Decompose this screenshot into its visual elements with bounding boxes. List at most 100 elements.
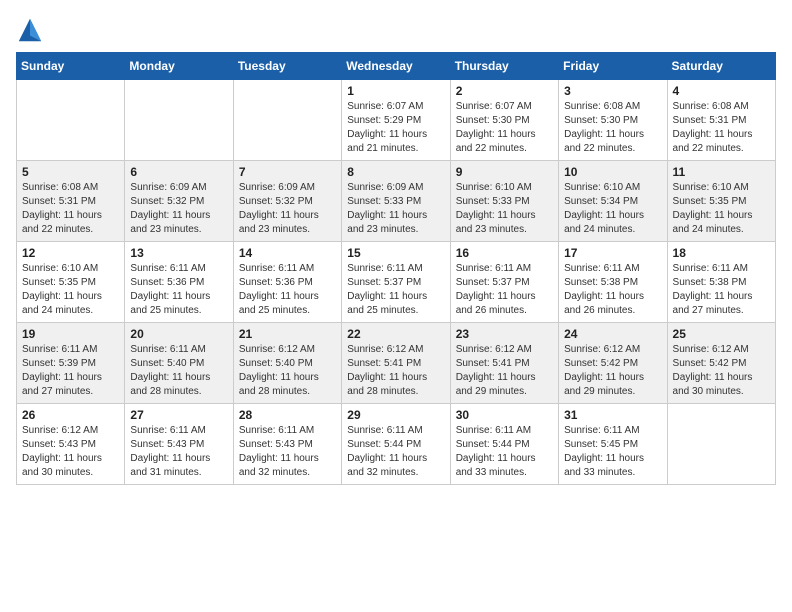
calendar-cell: 9 Sunrise: 6:10 AMSunset: 5:33 PMDayligh… — [450, 161, 558, 242]
cell-text: Sunrise: 6:12 AMSunset: 5:41 PMDaylight:… — [347, 344, 427, 397]
day-number: 3 — [564, 84, 661, 98]
cell-text: Sunrise: 6:09 AMSunset: 5:32 PMDaylight:… — [239, 182, 319, 235]
calendar-cell: 24 Sunrise: 6:12 AMSunset: 5:42 PMDaylig… — [559, 323, 667, 404]
day-number: 26 — [22, 408, 119, 422]
day-number: 18 — [673, 246, 770, 260]
day-number: 27 — [130, 408, 227, 422]
calendar-cell: 10 Sunrise: 6:10 AMSunset: 5:34 PMDaylig… — [559, 161, 667, 242]
day-number: 30 — [456, 408, 553, 422]
header — [16, 16, 776, 44]
cell-text: Sunrise: 6:11 AMSunset: 5:40 PMDaylight:… — [130, 344, 210, 397]
day-number: 19 — [22, 327, 119, 341]
calendar-cell: 29 Sunrise: 6:11 AMSunset: 5:44 PMDaylig… — [342, 404, 450, 485]
calendar-cell: 15 Sunrise: 6:11 AMSunset: 5:37 PMDaylig… — [342, 242, 450, 323]
day-number: 24 — [564, 327, 661, 341]
calendar-cell: 17 Sunrise: 6:11 AMSunset: 5:38 PMDaylig… — [559, 242, 667, 323]
cell-text: Sunrise: 6:11 AMSunset: 5:37 PMDaylight:… — [347, 263, 427, 316]
cell-text: Sunrise: 6:08 AMSunset: 5:30 PMDaylight:… — [564, 101, 644, 154]
cell-text: Sunrise: 6:10 AMSunset: 5:34 PMDaylight:… — [564, 182, 644, 235]
logo — [16, 16, 48, 44]
day-number: 17 — [564, 246, 661, 260]
day-number: 6 — [130, 165, 227, 179]
day-number: 29 — [347, 408, 444, 422]
day-number: 10 — [564, 165, 661, 179]
cell-text: Sunrise: 6:10 AMSunset: 5:35 PMDaylight:… — [673, 182, 753, 235]
day-number: 5 — [22, 165, 119, 179]
calendar-cell: 1 Sunrise: 6:07 AMSunset: 5:29 PMDayligh… — [342, 80, 450, 161]
day-header-wednesday: Wednesday — [342, 53, 450, 80]
cell-text: Sunrise: 6:09 AMSunset: 5:33 PMDaylight:… — [347, 182, 427, 235]
cell-text: Sunrise: 6:11 AMSunset: 5:45 PMDaylight:… — [564, 425, 644, 478]
day-number: 28 — [239, 408, 336, 422]
logo-icon — [16, 16, 44, 44]
day-number: 31 — [564, 408, 661, 422]
day-number: 13 — [130, 246, 227, 260]
day-number: 15 — [347, 246, 444, 260]
day-number: 20 — [130, 327, 227, 341]
day-header-sunday: Sunday — [17, 53, 125, 80]
calendar-cell: 13 Sunrise: 6:11 AMSunset: 5:36 PMDaylig… — [125, 242, 233, 323]
calendar-cell: 20 Sunrise: 6:11 AMSunset: 5:40 PMDaylig… — [125, 323, 233, 404]
cell-text: Sunrise: 6:11 AMSunset: 5:43 PMDaylight:… — [239, 425, 319, 478]
cell-text: Sunrise: 6:12 AMSunset: 5:43 PMDaylight:… — [22, 425, 102, 478]
cell-text: Sunrise: 6:11 AMSunset: 5:38 PMDaylight:… — [673, 263, 753, 316]
cell-text: Sunrise: 6:12 AMSunset: 5:42 PMDaylight:… — [564, 344, 644, 397]
cell-text: Sunrise: 6:11 AMSunset: 5:39 PMDaylight:… — [22, 344, 102, 397]
cell-text: Sunrise: 6:11 AMSunset: 5:36 PMDaylight:… — [239, 263, 319, 316]
cell-text: Sunrise: 6:10 AMSunset: 5:33 PMDaylight:… — [456, 182, 536, 235]
calendar-cell: 16 Sunrise: 6:11 AMSunset: 5:37 PMDaylig… — [450, 242, 558, 323]
day-header-tuesday: Tuesday — [233, 53, 341, 80]
calendar-week-row: 19 Sunrise: 6:11 AMSunset: 5:39 PMDaylig… — [17, 323, 776, 404]
cell-text: Sunrise: 6:12 AMSunset: 5:42 PMDaylight:… — [673, 344, 753, 397]
calendar-cell: 27 Sunrise: 6:11 AMSunset: 5:43 PMDaylig… — [125, 404, 233, 485]
day-number: 9 — [456, 165, 553, 179]
day-header-friday: Friday — [559, 53, 667, 80]
day-number: 22 — [347, 327, 444, 341]
day-number: 16 — [456, 246, 553, 260]
cell-text: Sunrise: 6:08 AMSunset: 5:31 PMDaylight:… — [673, 101, 753, 154]
calendar-cell: 22 Sunrise: 6:12 AMSunset: 5:41 PMDaylig… — [342, 323, 450, 404]
calendar-cell: 7 Sunrise: 6:09 AMSunset: 5:32 PMDayligh… — [233, 161, 341, 242]
calendar-cell — [233, 80, 341, 161]
calendar-cell: 25 Sunrise: 6:12 AMSunset: 5:42 PMDaylig… — [667, 323, 775, 404]
cell-text: Sunrise: 6:11 AMSunset: 5:44 PMDaylight:… — [347, 425, 427, 478]
day-header-thursday: Thursday — [450, 53, 558, 80]
calendar-cell: 30 Sunrise: 6:11 AMSunset: 5:44 PMDaylig… — [450, 404, 558, 485]
calendar-week-row: 1 Sunrise: 6:07 AMSunset: 5:29 PMDayligh… — [17, 80, 776, 161]
calendar-cell: 19 Sunrise: 6:11 AMSunset: 5:39 PMDaylig… — [17, 323, 125, 404]
calendar-cell: 6 Sunrise: 6:09 AMSunset: 5:32 PMDayligh… — [125, 161, 233, 242]
calendar-week-row: 26 Sunrise: 6:12 AMSunset: 5:43 PMDaylig… — [17, 404, 776, 485]
cell-text: Sunrise: 6:11 AMSunset: 5:36 PMDaylight:… — [130, 263, 210, 316]
calendar: SundayMondayTuesdayWednesdayThursdayFrid… — [16, 52, 776, 485]
cell-text: Sunrise: 6:12 AMSunset: 5:41 PMDaylight:… — [456, 344, 536, 397]
calendar-week-row: 5 Sunrise: 6:08 AMSunset: 5:31 PMDayligh… — [17, 161, 776, 242]
cell-text: Sunrise: 6:10 AMSunset: 5:35 PMDaylight:… — [22, 263, 102, 316]
cell-text: Sunrise: 6:11 AMSunset: 5:43 PMDaylight:… — [130, 425, 210, 478]
calendar-cell: 3 Sunrise: 6:08 AMSunset: 5:30 PMDayligh… — [559, 80, 667, 161]
calendar-cell — [125, 80, 233, 161]
day-number: 11 — [673, 165, 770, 179]
calendar-cell: 18 Sunrise: 6:11 AMSunset: 5:38 PMDaylig… — [667, 242, 775, 323]
cell-text: Sunrise: 6:11 AMSunset: 5:44 PMDaylight:… — [456, 425, 536, 478]
day-number: 25 — [673, 327, 770, 341]
calendar-cell: 2 Sunrise: 6:07 AMSunset: 5:30 PMDayligh… — [450, 80, 558, 161]
day-number: 23 — [456, 327, 553, 341]
calendar-cell: 23 Sunrise: 6:12 AMSunset: 5:41 PMDaylig… — [450, 323, 558, 404]
calendar-cell: 28 Sunrise: 6:11 AMSunset: 5:43 PMDaylig… — [233, 404, 341, 485]
calendar-cell: 21 Sunrise: 6:12 AMSunset: 5:40 PMDaylig… — [233, 323, 341, 404]
calendar-cell: 8 Sunrise: 6:09 AMSunset: 5:33 PMDayligh… — [342, 161, 450, 242]
day-header-monday: Monday — [125, 53, 233, 80]
calendar-cell: 31 Sunrise: 6:11 AMSunset: 5:45 PMDaylig… — [559, 404, 667, 485]
calendar-cell: 12 Sunrise: 6:10 AMSunset: 5:35 PMDaylig… — [17, 242, 125, 323]
cell-text: Sunrise: 6:11 AMSunset: 5:37 PMDaylight:… — [456, 263, 536, 316]
calendar-week-row: 12 Sunrise: 6:10 AMSunset: 5:35 PMDaylig… — [17, 242, 776, 323]
calendar-cell: 11 Sunrise: 6:10 AMSunset: 5:35 PMDaylig… — [667, 161, 775, 242]
calendar-cell — [17, 80, 125, 161]
day-number: 1 — [347, 84, 444, 98]
calendar-cell: 14 Sunrise: 6:11 AMSunset: 5:36 PMDaylig… — [233, 242, 341, 323]
day-number: 7 — [239, 165, 336, 179]
day-number: 21 — [239, 327, 336, 341]
cell-text: Sunrise: 6:09 AMSunset: 5:32 PMDaylight:… — [130, 182, 210, 235]
cell-text: Sunrise: 6:07 AMSunset: 5:29 PMDaylight:… — [347, 101, 427, 154]
day-number: 12 — [22, 246, 119, 260]
